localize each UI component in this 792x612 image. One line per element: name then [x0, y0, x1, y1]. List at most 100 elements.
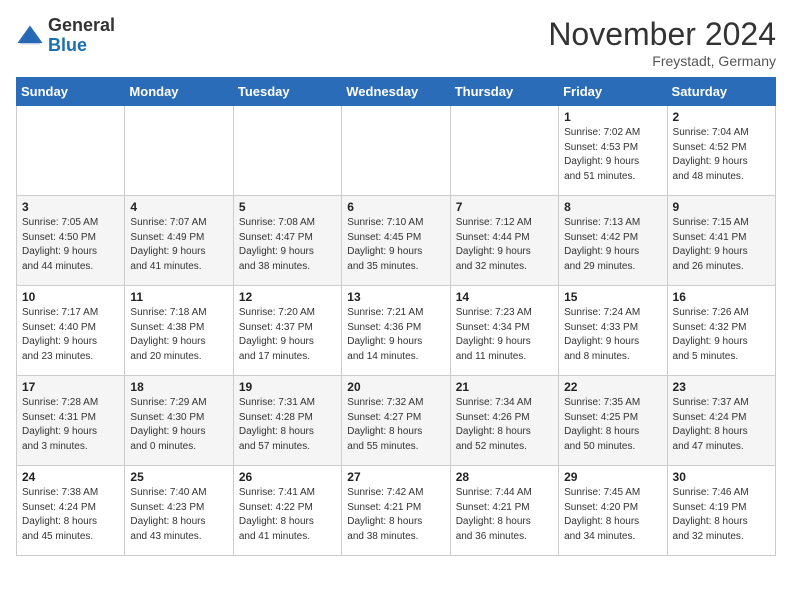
day-info: Sunrise: 7:07 AM Sunset: 4:49 PM Dayligh…: [130, 216, 227, 274]
day-info: Sunrise: 7:13 AM Sunset: 4:42 PM Dayligh…: [564, 216, 661, 274]
calendar-cell: 3Sunrise: 7:05 AM Sunset: 4:50 PM Daylig…: [17, 196, 125, 286]
calendar-cell: 10Sunrise: 7:17 AM Sunset: 4:40 PM Dayli…: [17, 286, 125, 376]
day-of-week-header: Monday: [125, 78, 233, 106]
calendar-cell: 11Sunrise: 7:18 AM Sunset: 4:38 PM Dayli…: [125, 286, 233, 376]
day-number: 30: [673, 470, 770, 484]
calendar-cell: 19Sunrise: 7:31 AM Sunset: 4:28 PM Dayli…: [233, 376, 341, 466]
calendar-week-row: 10Sunrise: 7:17 AM Sunset: 4:40 PM Dayli…: [17, 286, 776, 376]
day-number: 21: [456, 380, 553, 394]
calendar-cell: 4 Sunrise: 7:07 AM Sunset: 4:49 PM Daylig…: [125, 196, 233, 286]
day-number: 17: [22, 380, 119, 394]
calendar-week-row: 24 Sunrise: 7:38 AM Sunset: 4:24 PM Dayli…: [17, 466, 776, 556]
calendar-cell: 29Sunrise: 7:45 AM Sunset: 4:20 PM Dayli…: [559, 466, 667, 556]
calendar-table: SundayMondayTuesdayWednesdayThursdayFrid…: [16, 77, 776, 556]
calendar-cell: 24 Sunrise: 7:38 AM Sunset: 4:24 PM Dayli…: [17, 466, 125, 556]
calendar-cell: 28 Sunrise: 7:44 AM Sunset: 4:21 PM Dayli…: [450, 466, 558, 556]
calendar-cell: 5 Sunrise: 7:08 AM Sunset: 4:47 PM Daylig…: [233, 196, 341, 286]
calendar-header: SundayMondayTuesdayWednesdayThursdayFrid…: [17, 78, 776, 106]
day-number: 25: [130, 470, 227, 484]
calendar-cell: [450, 106, 558, 196]
day-of-week-header: Wednesday: [342, 78, 450, 106]
day-info: Sunrise: 7:42 AM Sunset: 4:21 PM Dayligh…: [347, 486, 444, 544]
day-number: 5: [239, 200, 336, 214]
calendar-cell: 22 Sunrise: 7:35 AM Sunset: 4:25 PM Dayli…: [559, 376, 667, 466]
day-info: Sunrise: 7:29 AM Sunset: 4:30 PM Dayligh…: [130, 396, 227, 454]
calendar-cell: 21 Sunrise: 7:34 AM Sunset: 4:26 PM Dayli…: [450, 376, 558, 466]
calendar-cell: 25 Sunrise: 7:40 AM Sunset: 4:23 PM Dayli…: [125, 466, 233, 556]
day-of-week-header: Saturday: [667, 78, 775, 106]
day-number: 1: [564, 110, 661, 124]
day-number: 23: [673, 380, 770, 394]
calendar-cell: 7 Sunrise: 7:12 AM Sunset: 4:44 PM Daylig…: [450, 196, 558, 286]
day-number: 15: [564, 290, 661, 304]
calendar-cell: 15 Sunrise: 7:24 AM Sunset: 4:33 PM Dayli…: [559, 286, 667, 376]
day-number: 28: [456, 470, 553, 484]
day-info: Sunrise: 7:38 AM Sunset: 4:24 PM Dayligh…: [22, 486, 119, 544]
calendar-cell: 13 Sunrise: 7:21 AM Sunset: 4:36 PM Dayli…: [342, 286, 450, 376]
day-number: 4: [130, 200, 227, 214]
calendar-cell: 9Sunrise: 7:15 AM Sunset: 4:41 PM Daylig…: [667, 196, 775, 286]
day-info: Sunrise: 7:02 AM Sunset: 4:53 PM Dayligh…: [564, 126, 661, 184]
calendar-cell: [125, 106, 233, 196]
calendar-cell: 26 Sunrise: 7:41 AM Sunset: 4:22 PM Dayli…: [233, 466, 341, 556]
day-info: Sunrise: 7:34 AM Sunset: 4:26 PM Dayligh…: [456, 396, 553, 454]
calendar-cell: 1 Sunrise: 7:02 AM Sunset: 4:53 PM Daylig…: [559, 106, 667, 196]
day-info: Sunrise: 7:23 AM Sunset: 4:34 PM Dayligh…: [456, 306, 553, 364]
day-info: Sunrise: 7:32 AM Sunset: 4:27 PM Dayligh…: [347, 396, 444, 454]
day-number: 11: [130, 290, 227, 304]
calendar-week-row: 3Sunrise: 7:05 AM Sunset: 4:50 PM Daylig…: [17, 196, 776, 286]
day-info: Sunrise: 7:41 AM Sunset: 4:22 PM Dayligh…: [239, 486, 336, 544]
day-info: Sunrise: 7:40 AM Sunset: 4:23 PM Dayligh…: [130, 486, 227, 544]
calendar-cell: 30 Sunrise: 7:46 AM Sunset: 4:19 PM Dayli…: [667, 466, 775, 556]
month-title: November 2024: [548, 16, 776, 53]
logo-icon: [16, 22, 44, 50]
day-info: Sunrise: 7:04 AM Sunset: 4:52 PM Dayligh…: [673, 126, 770, 184]
day-info: Sunrise: 7:35 AM Sunset: 4:25 PM Dayligh…: [564, 396, 661, 454]
day-info: Sunrise: 7:44 AM Sunset: 4:21 PM Dayligh…: [456, 486, 553, 544]
day-info: Sunrise: 7:08 AM Sunset: 4:47 PM Dayligh…: [239, 216, 336, 274]
calendar-week-row: 17 Sunrise: 7:28 AM Sunset: 4:31 PM Dayli…: [17, 376, 776, 466]
calendar-cell: 23 Sunrise: 7:37 AM Sunset: 4:24 PM Dayli…: [667, 376, 775, 466]
day-number: 6: [347, 200, 444, 214]
day-number: 27: [347, 470, 444, 484]
day-info: Sunrise: 7:10 AM Sunset: 4:45 PM Dayligh…: [347, 216, 444, 274]
calendar-cell: 18 Sunrise: 7:29 AM Sunset: 4:30 PM Dayli…: [125, 376, 233, 466]
day-number: 14: [456, 290, 553, 304]
logo: General Blue: [16, 16, 115, 56]
day-number: 7: [456, 200, 553, 214]
day-info: Sunrise: 7:21 AM Sunset: 4:36 PM Dayligh…: [347, 306, 444, 364]
day-info: Sunrise: 7:24 AM Sunset: 4:33 PM Dayligh…: [564, 306, 661, 364]
calendar-week-row: 1 Sunrise: 7:02 AM Sunset: 4:53 PM Daylig…: [17, 106, 776, 196]
day-number: 8: [564, 200, 661, 214]
calendar-cell: 17 Sunrise: 7:28 AM Sunset: 4:31 PM Dayli…: [17, 376, 125, 466]
title-block: November 2024 Freystadt, Germany: [548, 16, 776, 69]
calendar-body: 1 Sunrise: 7:02 AM Sunset: 4:53 PM Daylig…: [17, 106, 776, 556]
calendar-cell: 8 Sunrise: 7:13 AM Sunset: 4:42 PM Daylig…: [559, 196, 667, 286]
day-number: 9: [673, 200, 770, 214]
day-info: Sunrise: 7:12 AM Sunset: 4:44 PM Dayligh…: [456, 216, 553, 274]
day-number: 22: [564, 380, 661, 394]
day-of-week-header: Tuesday: [233, 78, 341, 106]
day-info: Sunrise: 7:26 AM Sunset: 4:32 PM Dayligh…: [673, 306, 770, 364]
calendar-cell: 20Sunrise: 7:32 AM Sunset: 4:27 PM Dayli…: [342, 376, 450, 466]
calendar-cell: 2 Sunrise: 7:04 AM Sunset: 4:52 PM Daylig…: [667, 106, 775, 196]
calendar-cell: [342, 106, 450, 196]
day-number: 2: [673, 110, 770, 124]
day-info: Sunrise: 7:46 AM Sunset: 4:19 PM Dayligh…: [673, 486, 770, 544]
day-number: 12: [239, 290, 336, 304]
day-number: 26: [239, 470, 336, 484]
calendar-cell: [233, 106, 341, 196]
day-number: 24: [22, 470, 119, 484]
day-info: Sunrise: 7:37 AM Sunset: 4:24 PM Dayligh…: [673, 396, 770, 454]
day-of-week-header: Sunday: [17, 78, 125, 106]
day-info: Sunrise: 7:20 AM Sunset: 4:37 PM Dayligh…: [239, 306, 336, 364]
day-of-week-header: Thursday: [450, 78, 558, 106]
day-info: Sunrise: 7:28 AM Sunset: 4:31 PM Dayligh…: [22, 396, 119, 454]
day-number: 19: [239, 380, 336, 394]
calendar-cell: 27 Sunrise: 7:42 AM Sunset: 4:21 PM Dayli…: [342, 466, 450, 556]
day-number: 18: [130, 380, 227, 394]
day-number: 29: [564, 470, 661, 484]
day-number: 13: [347, 290, 444, 304]
calendar-cell: 6 Sunrise: 7:10 AM Sunset: 4:45 PM Daylig…: [342, 196, 450, 286]
calendar-cell: [17, 106, 125, 196]
